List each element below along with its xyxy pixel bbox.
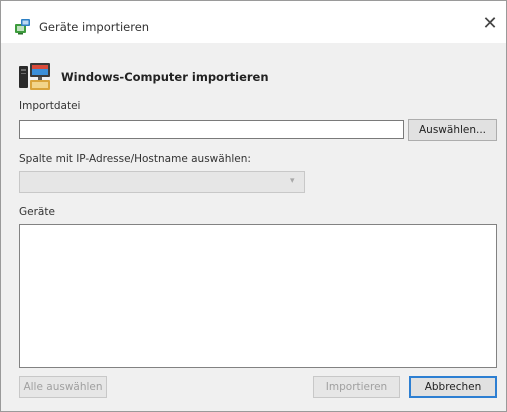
devices-list[interactable] <box>19 224 497 368</box>
import-button[interactable]: Importieren <box>313 376 400 398</box>
dialog-content: Windows-Computer importieren Importdatei… <box>1 43 506 411</box>
browse-button[interactable]: Auswählen... <box>408 119 497 141</box>
column-select-label: Spalte mit IP-Adresse/Hostname auswählen… <box>19 153 251 165</box>
import-file-input[interactable] <box>19 120 404 139</box>
window-title: Geräte importieren <box>39 20 150 34</box>
devices-label: Geräte <box>19 206 55 218</box>
cancel-button[interactable]: Abbrechen <box>409 376 497 398</box>
column-select-dropdown[interactable]: ▾ <box>19 171 305 193</box>
select-all-button[interactable]: Alle auswählen <box>19 376 107 398</box>
close-icon: ✕ <box>482 13 498 34</box>
import-devices-dialog: Geräte importieren ✕ Windows-Computer im… <box>0 0 507 412</box>
dialog-heading: Windows-Computer importieren <box>61 70 269 84</box>
close-button[interactable]: ✕ <box>475 11 505 37</box>
import-file-label: Importdatei <box>19 100 81 112</box>
chevron-down-icon: ▾ <box>290 176 295 186</box>
computer-import-icon <box>19 63 50 90</box>
app-icon <box>15 19 30 35</box>
title-bar: Geräte importieren ✕ <box>1 1 506 43</box>
